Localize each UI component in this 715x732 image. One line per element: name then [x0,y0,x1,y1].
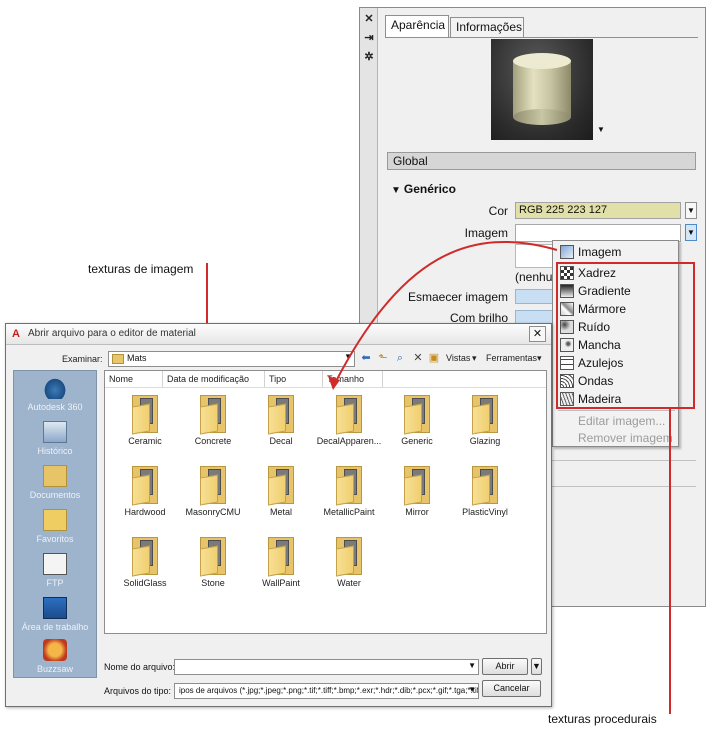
callout-arrow-path [332,240,558,388]
callout-arrow [328,240,558,390]
